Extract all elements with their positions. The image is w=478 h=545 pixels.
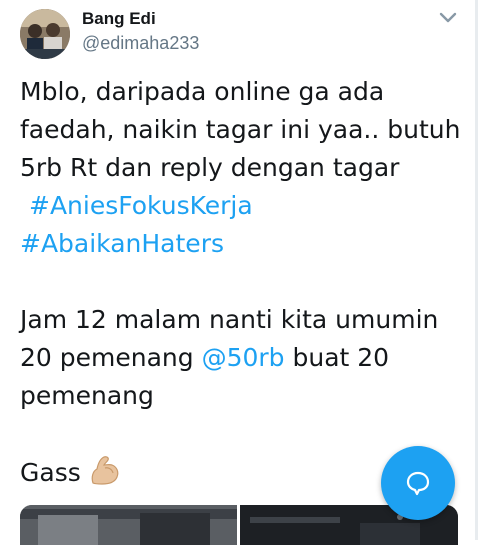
hashtag-link[interactable]: #AbaikanHaters [20, 229, 224, 258]
author-handle[interactable]: @edimaha233 [82, 33, 199, 54]
avatar-image [20, 9, 70, 59]
flexed-biceps-emoji-icon [87, 453, 121, 487]
hashtag-link[interactable]: #AniesFokusKerja [29, 191, 253, 220]
tweet-text: Mblo, daripada online ga ada faedah, nai… [20, 73, 472, 491]
tweet-text-segment: buat 20 [284, 343, 390, 372]
media-image-left[interactable] [20, 505, 237, 545]
tweet-line: Mblo, daripada online ga ada [20, 77, 385, 106]
tweet-closing: Gass [20, 458, 81, 487]
tweet-line: faedah, naikin tagar ini yaa.. butuh [20, 115, 461, 144]
tweet-line: Jam 12 malam nanti kita umumin [20, 305, 439, 334]
tweet-line: pemenang [20, 381, 154, 410]
compose-reply-button[interactable] [381, 446, 455, 520]
mention-link[interactable]: @50rb [202, 343, 285, 372]
author-name[interactable]: Bang Edi [82, 9, 156, 29]
tweet-text-segment: 20 pemenang [20, 343, 202, 372]
tweet-card: Bang Edi @edimaha233 Mblo, daripada onli… [0, 0, 478, 545]
avatar[interactable] [20, 9, 70, 59]
chevron-down-icon[interactable] [438, 10, 458, 26]
reply-bubble-icon [406, 471, 430, 496]
tweet-line: 5rb Rt dan reply dengan tagar [20, 153, 400, 182]
